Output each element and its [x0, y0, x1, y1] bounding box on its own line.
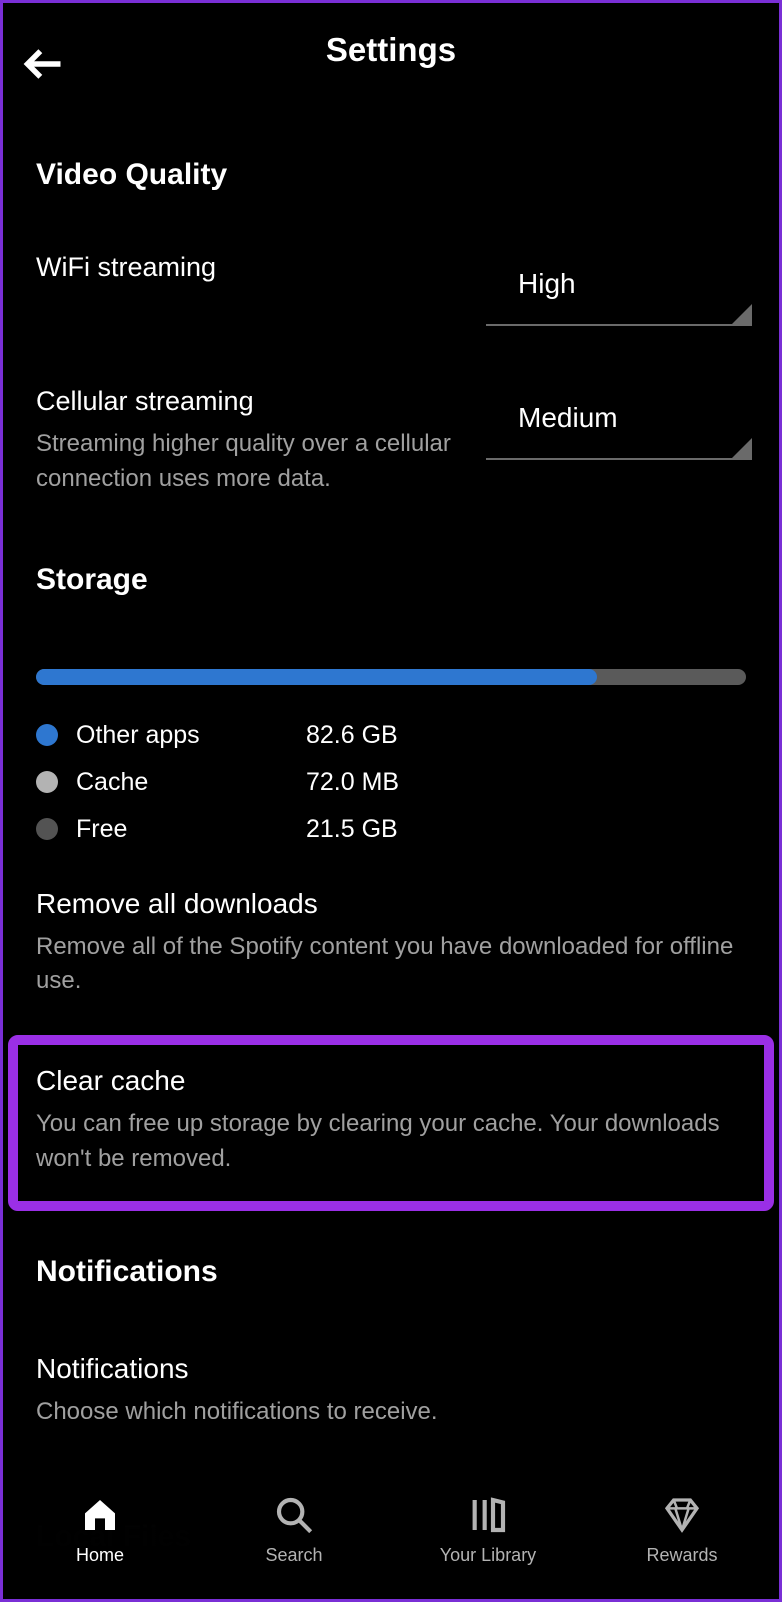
clear-cache-desc: You can free up storage by clearing your…	[36, 1107, 746, 1177]
clear-cache-highlight: Clear cache You can free up storage by c…	[8, 1035, 774, 1211]
legend-label: Cache	[76, 768, 306, 797]
legend-row-free: Free 21.5 GB	[36, 815, 746, 844]
legend-dot	[36, 724, 58, 746]
search-icon	[272, 1493, 316, 1537]
wifi-streaming-row: WiFi streaming High	[36, 252, 746, 326]
wifi-streaming-dropdown[interactable]: High	[486, 260, 746, 326]
section-heading-video-quality: Video Quality	[36, 158, 746, 192]
remove-downloads-title: Remove all downloads	[36, 888, 746, 920]
notifications-desc: Choose which notifications to receive.	[36, 1395, 746, 1430]
nav-rewards[interactable]: Rewards	[585, 1493, 779, 1566]
nav-rewards-label: Rewards	[646, 1545, 717, 1566]
clear-cache-button[interactable]: Clear cache You can free up storage by c…	[36, 1065, 746, 1177]
legend-row-other-apps: Other apps 82.6 GB	[36, 721, 746, 750]
legend-value: 21.5 GB	[306, 815, 398, 844]
nav-search-label: Search	[265, 1545, 322, 1566]
nav-home[interactable]: Home	[3, 1493, 197, 1566]
remove-downloads-desc: Remove all of the Spotify content you ha…	[36, 930, 746, 1000]
library-icon	[466, 1493, 510, 1537]
nav-search[interactable]: Search	[197, 1493, 391, 1566]
cellular-streaming-row: Cellular streaming Streaming higher qual…	[36, 386, 746, 497]
header-bar: Settings	[0, 0, 782, 100]
diamond-icon	[660, 1493, 704, 1537]
legend-value: 82.6 GB	[306, 721, 398, 750]
settings-content: Video Quality WiFi streaming High Cellul…	[0, 158, 782, 1430]
storage-bar-fill	[36, 669, 597, 685]
section-heading-notifications: Notifications	[36, 1255, 746, 1289]
notifications-button[interactable]: Notifications Choose which notifications…	[36, 1353, 746, 1430]
remove-all-downloads-button[interactable]: Remove all downloads Remove all of the S…	[36, 888, 746, 1000]
arrow-left-icon	[22, 42, 66, 86]
legend-dot	[36, 771, 58, 793]
notifications-title: Notifications	[36, 1353, 746, 1385]
nav-home-label: Home	[76, 1545, 124, 1566]
dropdown-triangle-icon	[730, 304, 752, 326]
legend-label: Free	[76, 815, 306, 844]
legend-label: Other apps	[76, 721, 306, 750]
legend-value: 72.0 MB	[306, 768, 399, 797]
legend-dot	[36, 818, 58, 840]
wifi-streaming-label: WiFi streaming	[36, 252, 476, 283]
cellular-streaming-desc: Streaming higher quality over a cellular…	[36, 427, 476, 497]
section-heading-storage: Storage	[36, 563, 746, 597]
nav-library-label: Your Library	[440, 1545, 536, 1566]
back-button[interactable]	[16, 36, 72, 92]
nav-library[interactable]: Your Library	[391, 1493, 585, 1566]
bottom-nav: Home Search Your Library Rewards	[3, 1459, 779, 1599]
storage-bar	[36, 669, 746, 685]
home-icon	[78, 1493, 122, 1537]
wifi-streaming-value: High	[486, 260, 746, 324]
cellular-streaming-value: Medium	[486, 394, 746, 458]
legend-row-cache: Cache 72.0 MB	[36, 768, 746, 797]
clear-cache-title: Clear cache	[36, 1065, 746, 1097]
page-title: Settings	[20, 31, 762, 69]
dropdown-triangle-icon	[730, 438, 752, 460]
storage-legend: Other apps 82.6 GB Cache 72.0 MB Free 21…	[36, 721, 746, 844]
cellular-streaming-dropdown[interactable]: Medium	[486, 394, 746, 460]
cellular-streaming-label: Cellular streaming	[36, 386, 476, 417]
